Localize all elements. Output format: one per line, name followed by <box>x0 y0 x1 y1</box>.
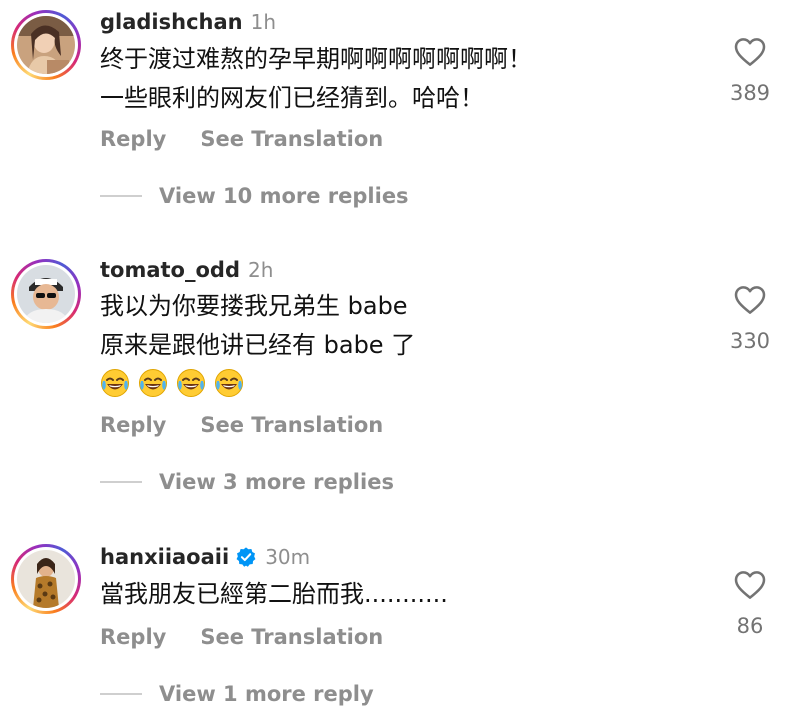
view-more-replies-button[interactable]: View 3 more replies <box>100 469 394 495</box>
see-translation-button[interactable]: See Translation <box>200 412 383 438</box>
view-replies-label: View 1 more reply <box>159 682 374 706</box>
comment-header: hanxiiaoaii 30m <box>100 544 310 570</box>
comment-text-line: 一些眼利的网友们已经猜到。哈哈！ <box>100 84 484 112</box>
timestamp: 2h <box>247 258 274 282</box>
username[interactable]: tomato_odd <box>100 257 240 283</box>
face-with-tears-of-joy-icon <box>139 369 167 397</box>
face-with-tears-of-joy-icon <box>177 369 205 397</box>
username[interactable]: gladishchan <box>100 9 243 35</box>
heart-outline-icon[interactable] <box>734 37 766 67</box>
comment-actions: Reply See Translation <box>100 412 383 438</box>
like-control: 389 <box>722 37 778 106</box>
comment-actions: Reply See Translation <box>100 126 383 152</box>
replies-divider <box>100 481 142 483</box>
timestamp: 1h <box>250 10 277 34</box>
reply-button[interactable]: Reply <box>100 624 166 650</box>
like-count: 86 <box>736 614 764 638</box>
verified-badge-icon <box>236 547 256 567</box>
reply-button[interactable]: Reply <box>100 412 166 438</box>
view-replies-label: View 10 more replies <box>159 184 409 208</box>
reply-button[interactable]: Reply <box>100 126 166 152</box>
view-replies-label: View 3 more replies <box>159 470 394 494</box>
comment-text-line: 原来是跟他讲已经有 babe 了 <box>100 331 416 359</box>
see-translation-button[interactable]: See Translation <box>200 126 383 152</box>
timestamp: 30m <box>265 545 311 569</box>
avatar-story-ring[interactable] <box>11 259 81 329</box>
heart-outline-icon[interactable] <box>734 570 766 600</box>
heart-outline-icon[interactable] <box>734 285 766 315</box>
emoji-row <box>100 368 244 398</box>
see-translation-button[interactable]: See Translation <box>200 624 383 650</box>
face-with-tears-of-joy-icon <box>215 369 243 397</box>
comment-header: gladishchan 1h <box>100 9 276 35</box>
like-control: 86 <box>722 570 778 639</box>
avatar-story-ring[interactable] <box>11 10 81 80</box>
comment-text-line: 我以为你要搂我兄弟生 babe <box>100 292 408 320</box>
face-with-tears-of-joy-icon <box>101 369 129 397</box>
comment-header: tomato_odd 2h <box>100 257 273 283</box>
replies-divider <box>100 693 142 695</box>
comment-text-line: 终于渡过难熬的孕早期啊啊啊啊啊啊啊！ <box>100 45 532 73</box>
comment-text-line: 當我朋友已經第二胎而我........... <box>100 580 448 608</box>
view-more-replies-button[interactable]: View 10 more replies <box>100 183 409 209</box>
like-count: 330 <box>729 329 771 353</box>
like-control: 330 <box>722 285 778 354</box>
username[interactable]: hanxiiaoaii <box>100 544 229 570</box>
like-count: 389 <box>729 81 771 105</box>
avatar[interactable] <box>17 550 75 608</box>
avatar-story-ring[interactable] <box>11 544 81 614</box>
avatar[interactable] <box>17 16 75 74</box>
comment-actions: Reply See Translation <box>100 624 383 650</box>
replies-divider <box>100 195 142 197</box>
view-more-replies-button[interactable]: View 1 more reply <box>100 681 374 707</box>
avatar[interactable] <box>17 265 75 323</box>
